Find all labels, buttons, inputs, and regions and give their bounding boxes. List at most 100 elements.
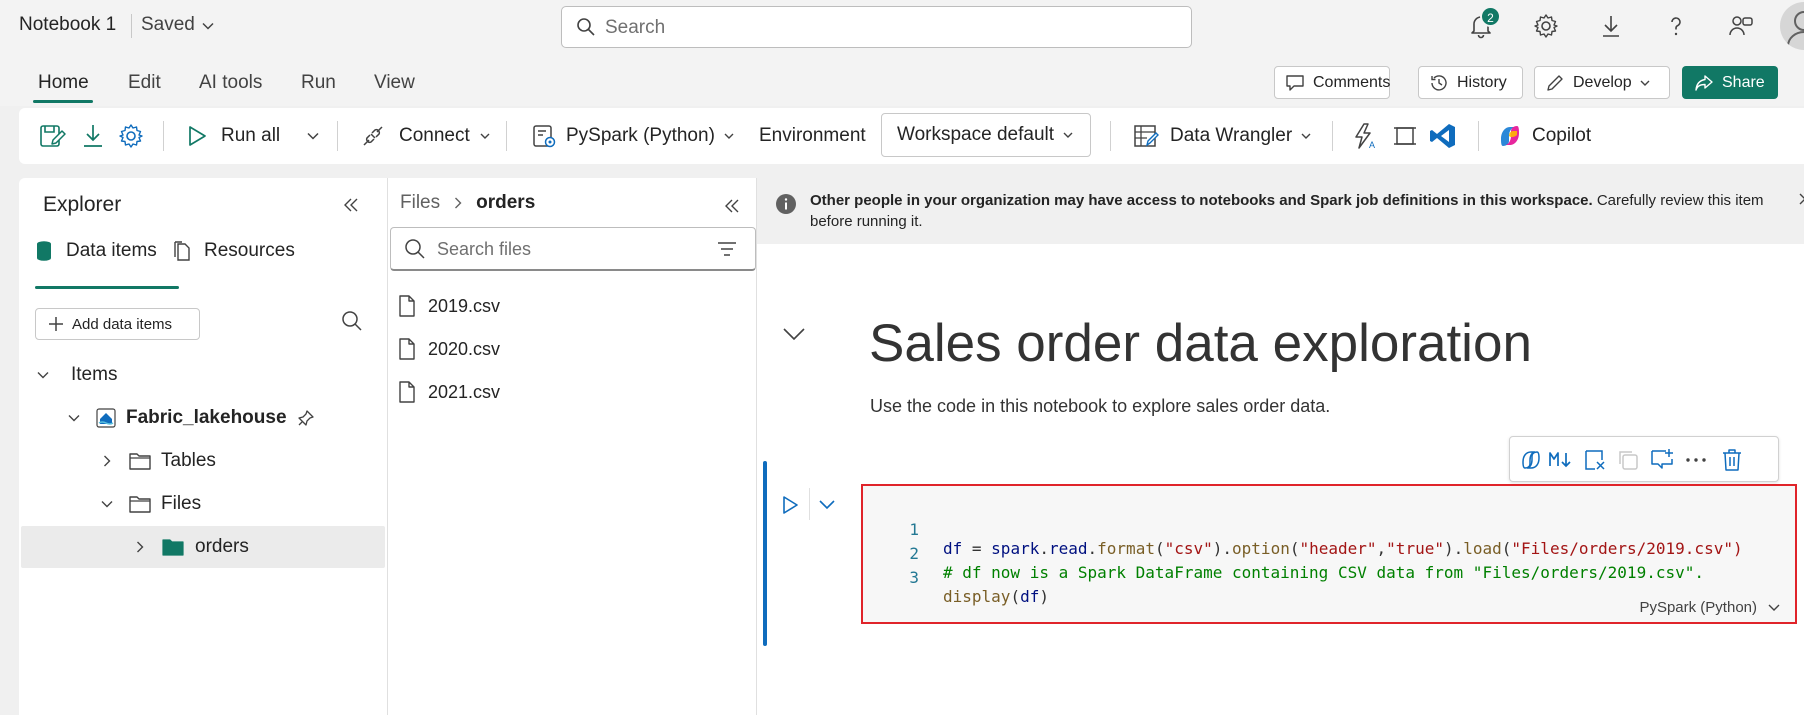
markdown-icon[interactable] [1548, 449, 1574, 471]
chevron-down-icon [1767, 602, 1781, 614]
line-number: 3 [909, 568, 919, 587]
chevron-right-icon [100, 454, 114, 468]
file-item[interactable]: 2019.csv [398, 295, 500, 317]
chevron-down-icon [67, 411, 81, 425]
gear-icon[interactable] [1533, 13, 1559, 39]
more-options-icon[interactable] [1684, 450, 1708, 470]
chevron-down-icon [36, 368, 50, 382]
tab-resources[interactable]: Resources [172, 240, 295, 262]
download-icon[interactable] [81, 108, 105, 164]
notebook-title[interactable]: Notebook 1 [19, 14, 116, 36]
chevron-down-icon [1062, 129, 1074, 141]
copilot-button[interactable]: Copilot [1497, 108, 1591, 164]
tab-run[interactable]: Run [301, 72, 336, 94]
add-data-items-label: Add data items [72, 315, 173, 333]
add-comment-icon[interactable] [1650, 448, 1674, 472]
pin-icon[interactable] [297, 409, 315, 427]
cell-divider [809, 488, 810, 520]
copilot-cell-icon[interactable] [1519, 448, 1543, 472]
develop-dropdown[interactable]: Develop [1534, 66, 1670, 99]
breadcrumb-files[interactable]: Files [400, 192, 440, 214]
search-files-input[interactable]: Search files [390, 227, 756, 271]
cell-language-selector[interactable]: PySpark (Python) [1639, 599, 1781, 616]
file-item[interactable]: 2020.csv [398, 338, 500, 360]
chevron-down-icon [100, 497, 114, 511]
files-panel: Files orders Search files 2019.csv 2020.… [387, 178, 756, 715]
tab-home[interactable]: Home [38, 72, 89, 94]
tab-view[interactable]: View [374, 72, 415, 94]
help-icon[interactable] [1663, 13, 1689, 39]
run-all-chevron-icon[interactable] [306, 108, 320, 164]
filter-icon[interactable] [717, 241, 737, 257]
document-icon [172, 240, 192, 262]
search-icon[interactable] [341, 310, 363, 332]
share-button[interactable]: Share [1682, 66, 1778, 99]
info-banner: Other people in your organization may ha… [757, 178, 1804, 244]
tab-ai-tools[interactable]: AI tools [199, 72, 262, 94]
collapse-left-icon[interactable] [342, 196, 360, 214]
comments-label: Comments [1313, 73, 1391, 91]
code-line: 1 df = spark.read.format("csv").option("… [863, 501, 1742, 558]
tab-edit[interactable]: Edit [128, 72, 161, 94]
tree-item-tables[interactable]: Tables [19, 440, 387, 482]
chevron-down-icon[interactable] [782, 326, 806, 342]
search-files-placeholder: Search files [437, 239, 532, 259]
info-icon [775, 193, 797, 215]
add-data-items-button[interactable]: Add data items [35, 308, 200, 340]
chevron-down-icon[interactable] [201, 19, 215, 33]
history-button[interactable]: History [1418, 66, 1523, 99]
chevron-down-icon[interactable] [818, 497, 836, 513]
delete-icon[interactable] [1721, 448, 1743, 472]
home-toolbar: Run all Connect PySpark (Python) Environ… [19, 108, 1804, 164]
cell-toolbar [1509, 436, 1779, 482]
file-icon [398, 295, 416, 317]
lakehouse-label: Fabric_lakehouse [126, 407, 287, 428]
download-icon[interactable] [1598, 13, 1624, 39]
run-all-button[interactable]: Run all [187, 108, 280, 164]
tab-data-items-label: Data items [66, 240, 157, 261]
language-dropdown[interactable]: PySpark (Python) [531, 108, 735, 164]
code-comment: # df now is a Spark DataFrame containing… [943, 563, 1704, 582]
avatar[interactable] [1780, 2, 1804, 50]
code-cell[interactable]: 1 df = spark.read.format("csv").option("… [861, 484, 1797, 624]
save-edit-icon[interactable] [38, 108, 66, 164]
tree-item-orders[interactable]: orders [21, 526, 385, 568]
chevron-right-icon [452, 196, 464, 210]
file-icon [398, 381, 416, 403]
tree-item-items[interactable]: Items [19, 354, 387, 396]
ribbon-tabs: Home Edit AI tools Run View Comments His… [0, 52, 1804, 106]
people-share-icon[interactable] [1728, 13, 1754, 39]
save-status[interactable]: Saved [141, 14, 195, 36]
database-icon [35, 240, 53, 262]
search-icon [404, 238, 426, 260]
tree-item-lakehouse[interactable]: Fabric_lakehouse [19, 397, 387, 439]
focus-mode-icon[interactable] [1392, 108, 1418, 164]
file-item[interactable]: 2021.csv [398, 381, 500, 403]
data-wrangler-dropdown[interactable]: Data Wrangler [1133, 108, 1312, 164]
run-cell-icon[interactable] [781, 495, 799, 515]
explorer-panel: Explorer Data items Resources Add data i… [19, 178, 387, 715]
vscode-icon[interactable] [1429, 108, 1457, 164]
chevron-down-icon [1639, 77, 1651, 89]
active-cell-indicator [763, 461, 767, 646]
tree-item-files[interactable]: Files [19, 483, 387, 525]
language-label: PySpark (Python) [566, 125, 715, 146]
folder-icon [128, 451, 152, 471]
collapse-left-icon[interactable] [723, 197, 741, 215]
notebook-canvas: Other people in your organization may ha… [756, 178, 1804, 715]
settings-icon[interactable] [118, 108, 144, 164]
tab-data-items[interactable]: Data items [35, 240, 157, 262]
spark-lightning-icon[interactable]: A [1351, 108, 1379, 164]
clear-output-icon[interactable] [1583, 448, 1607, 472]
data-wrangler-label: Data Wrangler [1170, 125, 1293, 146]
environment-dropdown[interactable]: Workspace default [881, 113, 1091, 157]
connect-button[interactable]: Connect [361, 108, 491, 164]
close-icon[interactable] [1798, 192, 1804, 206]
plug-icon [361, 124, 385, 148]
markdown-paragraph: Use the code in this notebook to explore… [870, 396, 1331, 416]
search-input[interactable]: Search [561, 6, 1192, 48]
file-name: 2019.csv [428, 295, 501, 316]
comments-button[interactable]: Comments [1274, 66, 1390, 99]
copilot-icon [1497, 123, 1523, 149]
info-message-bold: Other people in your organization may ha… [810, 192, 1593, 209]
